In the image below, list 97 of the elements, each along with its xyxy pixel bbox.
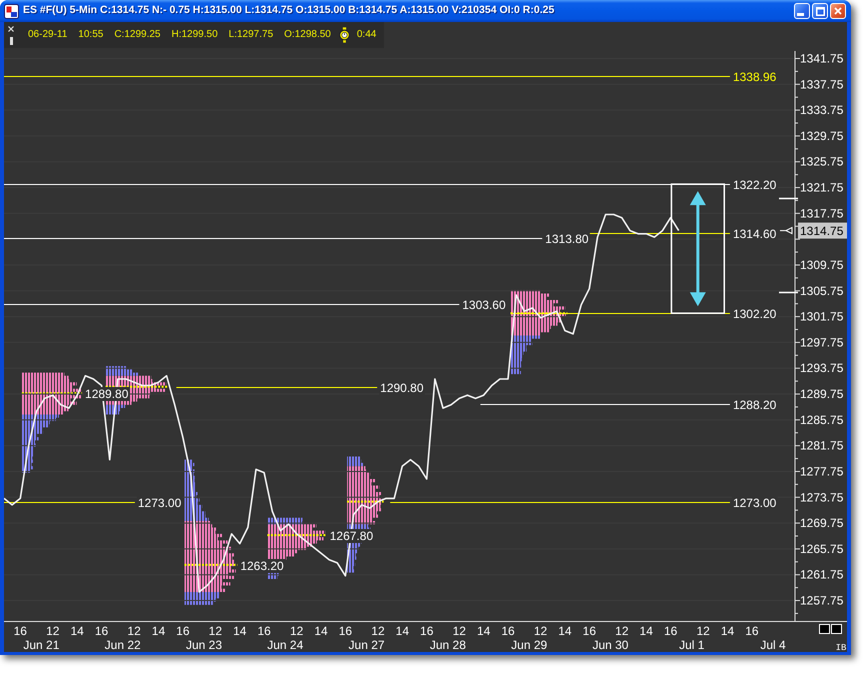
corner-label: IB (836, 643, 846, 652)
axis-label: 1337.75 (800, 77, 844, 92)
bar-icon[interactable] (10, 36, 12, 44)
axis-label: 12 (46, 624, 60, 638)
info-value: L:1297.75 (228, 30, 274, 40)
price-level-label: 1314.60 (732, 227, 778, 241)
stopwatch-icon (338, 27, 350, 43)
axis-label: 1281.75 (800, 438, 844, 453)
axis-label: 16 (94, 624, 108, 638)
axis-label: 16 (14, 624, 27, 638)
axis-label: 1329.75 (800, 128, 844, 143)
axis-label: 1341.75 (800, 52, 844, 66)
price-tag: 1314.75 (798, 222, 847, 239)
axis-label: 14 (152, 624, 166, 638)
price-level-label: 1290.80 (379, 381, 425, 395)
date-label: Jun 23 (186, 638, 222, 652)
axis-label: 16 (257, 624, 271, 638)
axis-label: 1273.75 (800, 490, 844, 504)
info-value: 10:55 (78, 30, 104, 40)
pointer-icon (780, 226, 792, 234)
axis-label: 14 (558, 624, 572, 638)
price-level-label: 1267.80 (328, 529, 374, 543)
date-label: Jul 4 (760, 638, 786, 652)
axis-label: 12 (208, 624, 222, 638)
axis-label: 16 (420, 624, 434, 638)
axis-label: 1333.75 (800, 103, 844, 118)
axis-label: 16 (745, 624, 759, 638)
axis-label: 12 (615, 624, 629, 638)
axis-label: 14 (396, 624, 410, 638)
axis-label: 16 (176, 624, 190, 638)
axis-label: 1277.75 (800, 464, 844, 478)
axis-label: 14 (640, 624, 653, 638)
date-label: Jun 21 (23, 638, 60, 652)
axis-label: 1301.75 (800, 310, 844, 324)
axis-label: 14 (70, 624, 84, 638)
window-title: ES #F(U) 5-Min C:1314.75 N:- 0.75 H:1315.00 L:1314.75 O:1315.00 B:1314.75 A:1315.00 V:210354 OI:0 R:0.25 (23, 3, 554, 18)
close-button[interactable] (830, 3, 846, 19)
axis-label: 16 (582, 624, 596, 638)
price-level-label: 1322.20 (732, 178, 778, 192)
price-level-label: 1273.00 (732, 496, 778, 510)
axis-label: 16 (664, 624, 678, 638)
info-value: 06-29-11 (28, 30, 68, 40)
price-level-label: 1302.20 (732, 307, 778, 321)
date-label: Jun 22 (104, 638, 141, 652)
axis-marker (779, 292, 798, 294)
axis-label: 1325.75 (800, 154, 844, 169)
price-level-label: 1289.80 (84, 387, 130, 401)
axis-label: 12 (452, 624, 466, 638)
axis-label: 16 (338, 624, 352, 638)
axis-label: 1297.75 (800, 335, 844, 350)
axis-label: 1265.75 (800, 542, 844, 556)
axis-label: 12 (534, 624, 548, 638)
axis-label: 12 (127, 624, 141, 638)
info-value: O:1298.50 (284, 30, 331, 40)
date-label: Jun 30 (592, 638, 628, 652)
close-icon (834, 7, 842, 15)
app-icon (4, 4, 19, 18)
timer-value: 0:44 (356, 30, 376, 40)
axis-label: 1261.75 (800, 568, 844, 582)
close-icon[interactable] (8, 26, 14, 32)
date-label: Jun 29 (511, 638, 548, 652)
info-value: C:1299.25 (114, 30, 160, 40)
axis-label: 12 (290, 624, 304, 638)
price-level-label: 1288.20 (732, 398, 778, 412)
maximize-button[interactable] (812, 3, 828, 19)
axis-label: 1257.75 (800, 594, 844, 608)
axis-label: 1321.75 (800, 180, 844, 195)
price-level-label: 1273.00 (136, 496, 183, 510)
minimize-button[interactable] (794, 3, 810, 19)
axis-marker (779, 198, 798, 200)
axis-label: 14 (233, 624, 246, 638)
axis-label: 1309.75 (800, 258, 844, 272)
axis-label: 1317.75 (800, 206, 844, 220)
price-level-label: 1303.60 (461, 298, 507, 312)
layout-button[interactable] (831, 624, 842, 634)
axis-label: 12 (696, 624, 710, 638)
info-value: H:1299.50 (171, 30, 218, 40)
date-label: Jun 28 (430, 638, 466, 652)
date-label: Jun 27 (348, 638, 385, 652)
price-level-label: 1263.20 (239, 559, 286, 573)
date-label: Jul 1 (679, 638, 704, 652)
maximize-icon (816, 6, 824, 16)
axis-label: 1289.75 (800, 387, 844, 402)
minimize-icon (797, 13, 804, 16)
axis-label: 1293.75 (800, 361, 844, 376)
date-label: Jun 24 (267, 638, 304, 652)
axis-label: 12 (371, 624, 385, 638)
price-level-label: 1313.80 (544, 232, 590, 246)
price-level-label: 1338.96 (732, 70, 778, 84)
layout-button[interactable] (819, 624, 830, 634)
axis-label: 1269.75 (800, 516, 844, 530)
axis-label: 1285.75 (800, 412, 844, 427)
axis-label: 14 (476, 624, 490, 638)
axis-label: 14 (314, 624, 328, 638)
axis-label: 16 (501, 624, 515, 638)
axis-label: 14 (720, 624, 734, 638)
axis-label: 1305.75 (800, 284, 844, 298)
